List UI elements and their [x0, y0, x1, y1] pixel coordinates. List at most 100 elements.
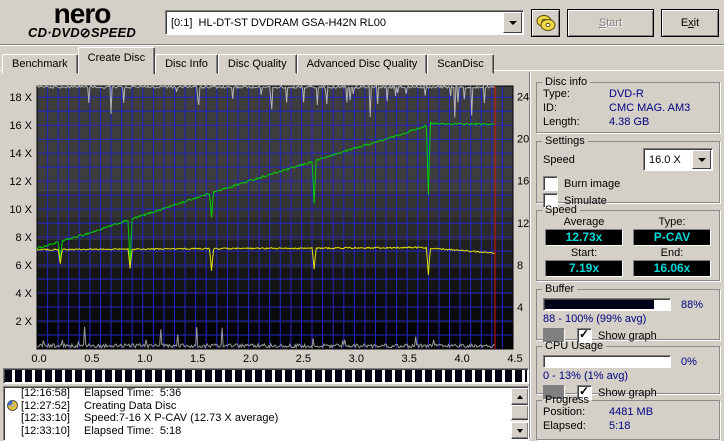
y-left-tick-label: 14 X	[9, 148, 32, 160]
log-entry-text: Elapsed Time: 5:18	[84, 424, 182, 437]
speed-label: Speed	[543, 153, 575, 166]
plot-band	[37, 86, 513, 191]
x-tick-label: 0.0	[31, 353, 46, 365]
progress-label: Elapsed:	[543, 420, 586, 432]
burn-progress-segments	[5, 370, 527, 382]
log-entry[interactable]: [12:33:10] Speed:7-16 X P-CAV (12.73 X av…	[4, 412, 528, 425]
progress-value: 5:18	[609, 420, 631, 432]
log-entry[interactable]: [12:27:52] Creating Data Disc	[4, 399, 528, 413]
x-tick-label: 3.5	[402, 353, 417, 365]
speed-select[interactable]: 16.0 X	[643, 148, 713, 171]
log-entry-text: Creating Data Disc	[84, 399, 177, 412]
arrow-up-icon	[517, 394, 523, 399]
settings-option: Burn image	[537, 174, 719, 191]
x-tick-label: 2.0	[243, 353, 258, 365]
progress-group: Progress Position: 4481 MB Elapsed: 5:18	[536, 394, 720, 440]
disc-copies-button[interactable]	[531, 9, 560, 37]
drive-select[interactable]: [0:1] HL-DT-ST DVDRAM GSA-H42N RL00	[165, 10, 524, 35]
plot-band	[37, 267, 513, 295]
speed-cell: Type: P-CAV	[633, 216, 711, 246]
progress-row: Elapsed: 5:18	[537, 420, 719, 434]
x-tick-label: 1.5	[190, 353, 205, 365]
exit-button[interactable]: Ex it	[661, 9, 719, 37]
buffer-title: Buffer	[545, 283, 575, 295]
buffer-group: Buffer 88% 88 - 100% (99% avg) Show grap…	[536, 283, 720, 343]
tab-create-disc[interactable]: Create Disc	[77, 47, 156, 74]
burning-disc-icon	[7, 399, 19, 412]
log-entry-time: [12:27:52]	[21, 399, 70, 412]
log-listbox[interactable]: [12:16:58] Elapsed Time: 5:36 [12:27:52] Cr…	[3, 386, 529, 441]
speed-select-value: 16.0 X	[649, 153, 681, 166]
buffer-bar	[543, 298, 671, 311]
speed-cell: End: 16.06x	[633, 247, 711, 277]
cpu-bar	[543, 355, 671, 368]
speed-cell: Average 12.73x	[545, 216, 623, 246]
disc-info-group: Disc info Type: DVD-R ID: CMC MAG. AM3 Lengt…	[536, 76, 720, 133]
speed-group: Speed Average 12.73x Type: P-CAV Start: 7.19x…	[536, 204, 720, 281]
logo-cdvdspeed-text: CD·DVD⊘SPEED	[28, 25, 136, 40]
tab-disc-info[interactable]: Disc Info	[155, 54, 218, 74]
log-entry-text: Elapsed Time: 5:36	[84, 387, 182, 399]
tab-advanced-disc-quality[interactable]: Advanced Disc Quality	[296, 54, 428, 74]
drive-select-dropdown-button[interactable]	[503, 12, 522, 33]
tab-disc-quality[interactable]: Disc Quality	[217, 54, 297, 74]
scroll-down-button[interactable]	[511, 422, 528, 439]
disc-info-label: Type:	[543, 88, 570, 100]
burn-image-checkbox[interactable]	[543, 176, 558, 191]
y-left-tick-label: 2 X	[15, 316, 32, 328]
disc-info-value: DVD-R	[609, 88, 644, 100]
y-left-tick-label: 16 X	[9, 120, 32, 132]
log-entry[interactable]: [12:33:10] Elapsed Time: 5:18	[4, 425, 528, 438]
log-entry-text: Speed:7-16 X P-CAV (12.73 X average)	[84, 412, 279, 424]
chevron-down-icon	[508, 20, 517, 25]
checkbox-label: Burn image	[564, 177, 621, 190]
plot-band	[37, 294, 513, 323]
speed-cell-value: 16.06x	[633, 260, 711, 277]
x-tick-label: 4.0	[454, 353, 469, 365]
x-tick-label: 1.0	[137, 353, 152, 365]
plot-band	[37, 216, 513, 240]
cpu-range: 0 - 13% (1% avg)	[543, 370, 628, 382]
disc-info-row: Type: DVD-R	[537, 88, 719, 102]
burn-speed-chart: 2 X 4 X 6 X 8 X 10 X 12 X 14 X 16 X 18 X 4 8 12 16 20…	[2, 72, 532, 368]
tab-benchmark[interactable]: Benchmark	[2, 54, 78, 74]
disc-info-row: Length: 4.38 GB	[537, 116, 719, 130]
y-right-tick-label: 24	[517, 92, 529, 104]
buffer-range: 88 - 100% (99% avg)	[543, 313, 647, 325]
plot-band	[37, 239, 513, 268]
x-tick-label: 3.0	[349, 353, 364, 365]
log-entry-time: [12:16:58]	[21, 387, 70, 399]
speed-cell-value: P-CAV	[633, 229, 711, 246]
drive-select-value: [0:1] HL-DT-ST DVDRAM GSA-H42N RL00	[171, 16, 386, 29]
scrollbar-thumb[interactable]	[511, 405, 528, 420]
settings-group: Settings Speed 16.0 X Burn image Simulate	[536, 135, 720, 208]
disc-info-label: Length:	[543, 116, 580, 128]
y-left-tick-label: 4 X	[15, 288, 32, 300]
scroll-up-button[interactable]	[511, 388, 528, 405]
buffer-percent: 88%	[681, 298, 704, 311]
log-scrollbar[interactable]	[511, 388, 528, 439]
top-bar: nero CD·DVD⊘SPEED [0:1] HL-DT-ST DVDRAM …	[0, 0, 724, 45]
logo-nero-text: nero	[53, 0, 112, 29]
progress-title: Progress	[545, 394, 590, 406]
x-tick-label: 0.5	[84, 353, 99, 365]
cpu-percent: 0%	[681, 355, 697, 368]
log-entry[interactable]: [12:16:58] Elapsed Time: 5:36	[4, 387, 528, 400]
disc-info-value: CMC MAG. AM3	[609, 102, 691, 114]
speed-select-dropdown-button[interactable]	[692, 150, 711, 169]
start-button[interactable]: Start	[567, 9, 654, 37]
speed-cell-label: Average	[563, 216, 605, 228]
y-left-tick-label: 8 X	[15, 232, 32, 244]
progress-value: 4481 MB	[609, 406, 654, 418]
y-right-tick-label: 16	[517, 176, 529, 188]
disc-info-label: ID:	[543, 102, 558, 114]
cpu-usage-title: CPU Usage	[545, 340, 604, 352]
tab-scandisc[interactable]: ScanDisc	[427, 54, 494, 74]
cpu-usage-group: CPU Usage 0% 0 - 13% (1% avg) Show graph	[536, 340, 720, 400]
nero-logo: nero CD·DVD⊘SPEED	[6, 0, 158, 41]
y-left-tick-label: 10 X	[9, 204, 32, 216]
y-left-tick-label: 18 X	[9, 92, 32, 104]
speed-cell: Start: 7.19x	[545, 247, 623, 277]
y-right-tick-label: 8	[517, 260, 523, 272]
speed-group-title: Speed	[545, 204, 577, 216]
